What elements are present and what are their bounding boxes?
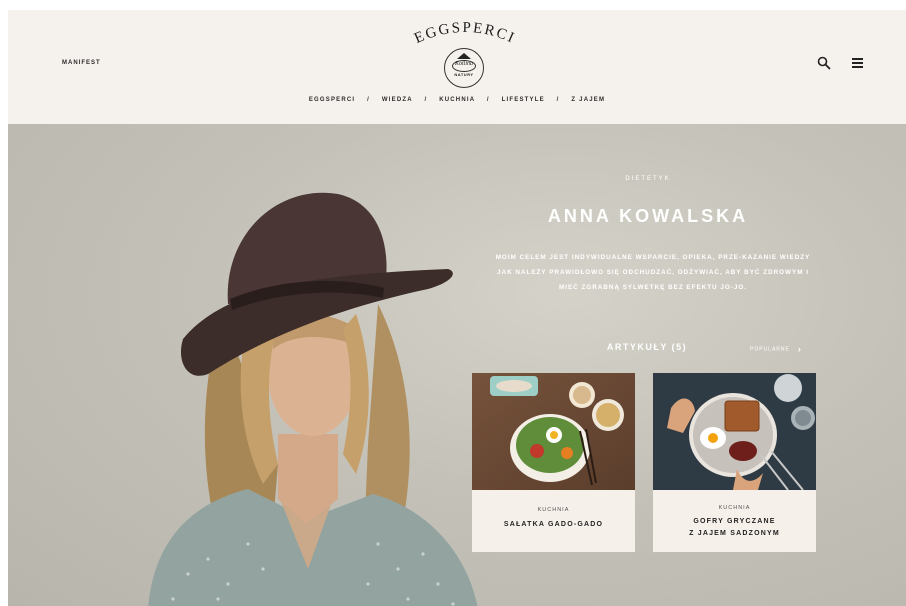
page-frame: MANIFEST EGGSPERCI Kotlina NATURY EGGSPE… [8, 10, 906, 606]
nav-item-z-jajem[interactable]: Z JAJEM [571, 97, 605, 103]
nav-separator: / [424, 97, 428, 103]
brand-name: EGGSPERCI [412, 20, 516, 47]
hero-section: DIETETYK ANNA KOWALSKA MOIM CELEM JEST I… [8, 124, 906, 606]
waffles-egg-photo [653, 373, 816, 490]
articles-count: ARTYKUŁY (5) [606, 342, 688, 352]
nav-separator: / [367, 97, 371, 103]
nav-separator: / [486, 97, 490, 103]
nav-item-kuchnia[interactable]: KUCHNIA [439, 97, 475, 103]
brand-wordmark: EGGSPERCI [412, 20, 518, 47]
card-category: KUCHNIA [537, 507, 570, 513]
card-title-line-1: GOFRY GRYCZANE [693, 518, 776, 525]
manifest-link[interactable]: MANIFEST [62, 60, 101, 66]
author-bio: MOIM CELEM JEST INDYWIDUALNE WSPARCIE, O… [495, 254, 811, 291]
nav-item-wiedza[interactable]: WIEDZA [382, 97, 413, 103]
role-label: DIETETYK [625, 176, 671, 182]
card-title-line-2: Z JAJEM SADZONYM [689, 530, 780, 537]
nav-item-eggsperci[interactable]: EGGSPERCI [309, 97, 355, 103]
search-icon[interactable] [817, 56, 831, 70]
card-title: SAŁATKA GADO-GADO [503, 521, 604, 528]
mountain-icon [457, 53, 471, 59]
popular-label: POPULARNE [750, 346, 790, 353]
nav-separator: / [556, 97, 560, 103]
badge-title: Kotlina [454, 61, 473, 67]
hamburger-menu-icon[interactable] [851, 57, 865, 69]
author-name: ANNA KOWALSKA [547, 206, 749, 226]
badge-subtitle: NATURY [454, 72, 474, 77]
site-header: MANIFEST EGGSPERCI Kotlina NATURY EGGSPE… [8, 10, 906, 124]
popular-sort-link[interactable]: POPULARNE › [750, 344, 802, 354]
card-category: KUCHNIA [718, 505, 751, 511]
nav-item-lifestyle[interactable]: LIFESTYLE [502, 97, 545, 103]
kotlina-natury-badge[interactable]: Kotlina NATURY [444, 48, 484, 88]
chevron-right-icon: › [797, 344, 802, 354]
portrait-photo [148, 192, 478, 606]
brand-logo[interactable]: EGGSPERCI [400, 20, 530, 50]
main-nav: EGGSPERCI / WIEDZA / KUCHNIA / LIFESTYLE… [8, 97, 906, 103]
article-card[interactable]: KUCHNIA SAŁATKA GADO-GADO [472, 373, 635, 552]
svg-text:EGGSPERCI: EGGSPERCI [412, 20, 518, 47]
salad-bowl-photo [472, 373, 635, 490]
article-card[interactable]: KUCHNIA GOFRY GRYCZANE Z JAJEM SADZONYM [653, 373, 816, 552]
